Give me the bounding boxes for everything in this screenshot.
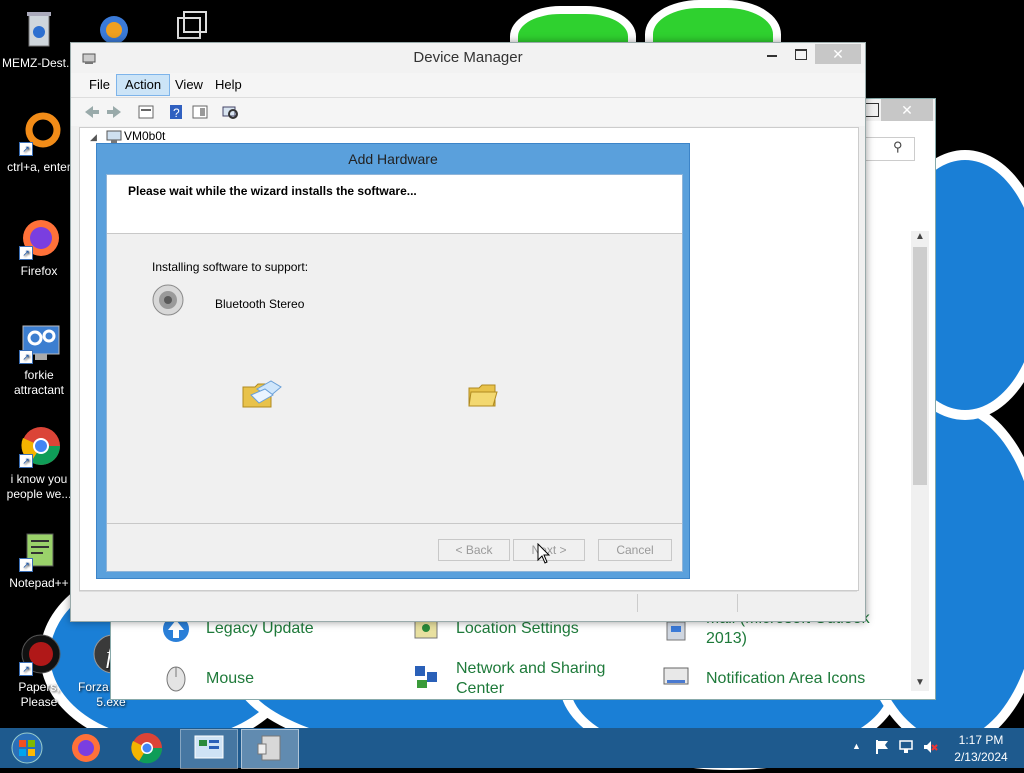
notification-area-icon — [661, 662, 691, 692]
taskbar-control-panel[interactable] — [180, 729, 238, 769]
dialog-title: Add Hardware — [348, 151, 438, 167]
desktop-icon-forkie[interactable]: ↗ forkie attractant — [0, 320, 78, 398]
destination-folder-icon — [467, 382, 499, 410]
wizard-body: Please wait while the wizard installs th… — [106, 174, 683, 572]
network-icon — [411, 662, 441, 692]
cp-item-legacy-update[interactable]: Legacy Update — [206, 619, 314, 639]
taskbar: ▲ 1:17 PM 2/13/2024 — [0, 728, 1024, 769]
computer-icon — [106, 130, 122, 144]
menu-action[interactable]: Action — [116, 74, 171, 96]
show-hidden-icons-arrow[interactable]: ▲ — [852, 741, 861, 751]
expand-arrow-icon[interactable]: ◢ — [90, 132, 97, 143]
menu-help[interactable]: Help — [207, 75, 250, 95]
scan-hardware-icon[interactable] — [221, 103, 239, 121]
device-name: Bluetooth Stereo — [215, 297, 305, 311]
clock-time[interactable]: 1:17 PM — [956, 733, 1006, 747]
cp-item-location-settings[interactable]: Location Settings — [456, 619, 579, 639]
scroll-up-arrow[interactable]: ▲ — [915, 231, 925, 242]
wizard-header: Please wait while the wizard installs th… — [107, 175, 682, 234]
start-button[interactable] — [0, 729, 56, 767]
cp-item-network-sharing[interactable]: Network and Sharing Center — [456, 659, 626, 695]
scroll-down-arrow[interactable]: ▼ — [915, 677, 925, 688]
close-button[interactable]: ✕ — [881, 99, 933, 121]
cp-item-notification-area[interactable]: Notification Area Icons — [706, 669, 865, 689]
menu-view[interactable]: View — [167, 75, 211, 95]
action-center-flag-icon[interactable] — [874, 738, 890, 756]
desktop-icon-partial-2[interactable] — [172, 10, 216, 42]
source-folder-icon — [241, 377, 285, 411]
back-button[interactable]: < Back — [438, 539, 510, 561]
control-panel-icon — [194, 735, 224, 759]
tree-root-label[interactable]: VM0b0t — [124, 129, 165, 143]
firefox-icon — [72, 734, 100, 762]
taskbar-device-manager[interactable] — [241, 729, 299, 769]
installing-label: Installing software to support: — [152, 260, 309, 274]
papers-please-icon: ↗ — [17, 632, 61, 676]
menu-bar: File Action View Help — [71, 73, 865, 98]
desktop-icon-memz[interactable]: MEMZ-Dest... — [0, 8, 78, 71]
back-arrow-icon[interactable] — [83, 103, 101, 121]
scroll-thumb[interactable] — [913, 247, 927, 485]
network-tray-icon[interactable] — [898, 738, 914, 756]
mouse-icon — [161, 662, 191, 692]
device-manager-icon — [257, 735, 281, 761]
desktop-icon-papers-please[interactable]: ↗ Papers, Please — [0, 632, 78, 710]
maximize-button[interactable] — [795, 49, 807, 60]
menu-file[interactable]: File — [81, 75, 118, 95]
firefox-icon: ↗ — [17, 216, 61, 260]
wizard-heading: Please wait while the wizard installs th… — [128, 184, 417, 198]
gear-monitor-icon: ↗ — [17, 320, 61, 364]
recycle-bin-icon — [17, 8, 61, 52]
window-title: Device Manager — [413, 49, 523, 66]
orange-ring-icon: ↗ — [17, 112, 61, 156]
cp-item-mouse[interactable]: Mouse — [206, 669, 254, 689]
desktop-icon-chrome[interactable]: ↗ i know you people we... — [0, 424, 78, 502]
help-icon[interactable]: ? — [167, 103, 185, 121]
show-hidden-icon[interactable] — [191, 103, 209, 121]
toolbar: ? — [71, 98, 865, 126]
desktop-icon-partial-1[interactable] — [92, 12, 136, 44]
search-icon: ⚲ — [893, 139, 903, 154]
properties-icon[interactable] — [137, 103, 155, 121]
forward-arrow-icon[interactable] — [105, 103, 123, 121]
cancel-button[interactable]: Cancel — [598, 539, 672, 561]
clock-date[interactable]: 2/13/2024 — [950, 750, 1012, 764]
desktop-icon-notepadpp[interactable]: ↗ Notepad++ — [0, 528, 78, 591]
status-bar — [79, 591, 857, 614]
close-button[interactable]: ✕ — [815, 44, 861, 64]
mouse-cursor — [537, 542, 551, 565]
search-input[interactable] — [859, 137, 915, 161]
title-bar[interactable]: Device Manager ✕ — [71, 43, 865, 73]
notepadpp-icon: ↗ — [17, 528, 61, 572]
taskbar-chrome[interactable] — [119, 729, 175, 767]
desktop-icon-ctrl-a[interactable]: ↗ ctrl+a, enter — [0, 112, 78, 175]
add-hardware-dialog[interactable]: Add Hardware Please wait while the wizar… — [96, 143, 690, 579]
svg-text:?: ? — [173, 106, 180, 120]
chrome-icon — [131, 733, 163, 764]
desktop-icon-firefox[interactable]: ↗ Firefox — [0, 216, 78, 279]
volume-muted-icon[interactable] — [922, 738, 938, 756]
chrome-icon: ↗ — [17, 424, 61, 468]
speaker-icon — [151, 283, 185, 317]
minimize-button[interactable] — [767, 49, 781, 63]
taskbar-firefox[interactable] — [58, 729, 114, 767]
